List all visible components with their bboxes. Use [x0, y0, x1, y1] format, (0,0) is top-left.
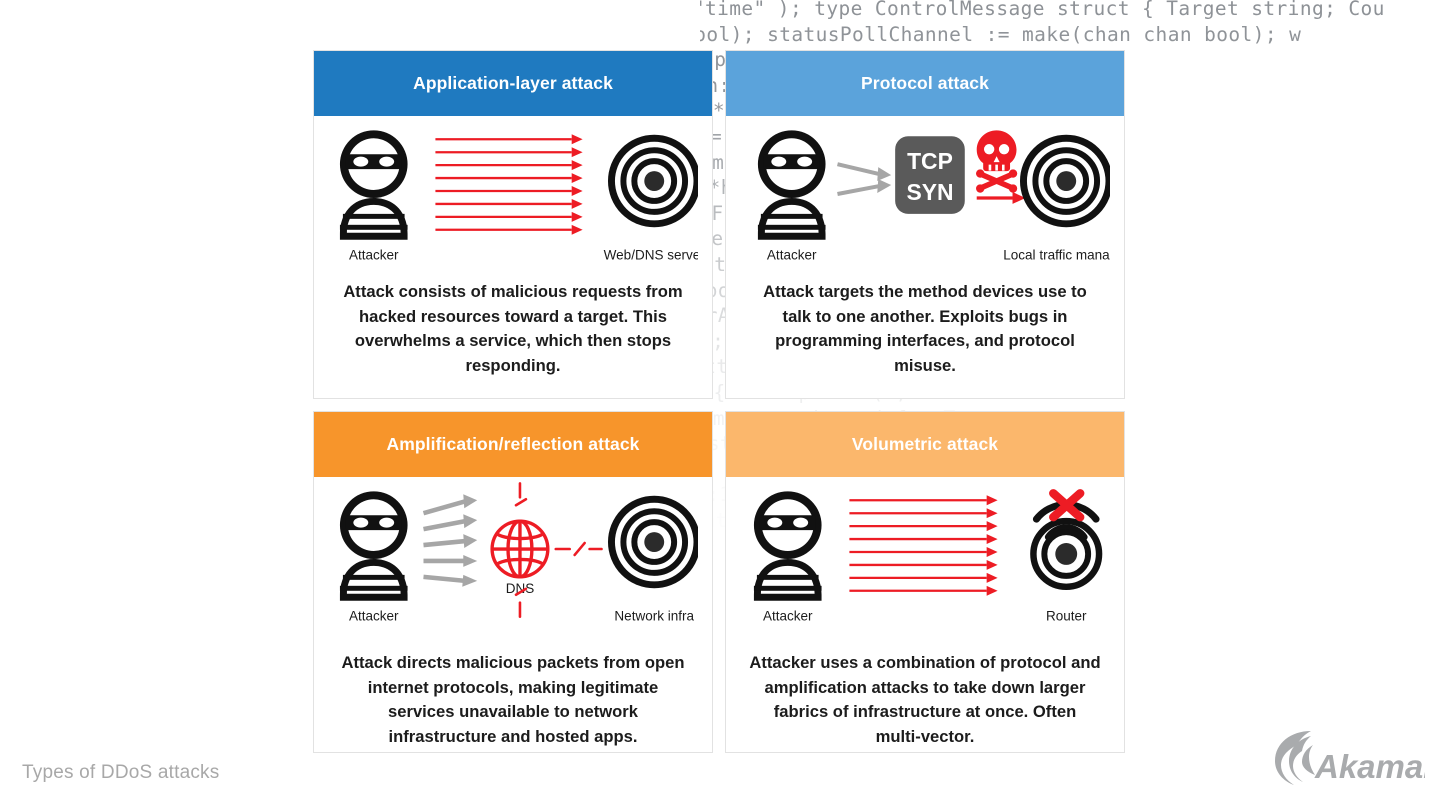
target-label: Router [1046, 609, 1087, 624]
tcp-label: TCP [907, 148, 953, 174]
card-description: Attack targets the method devices use to… [763, 282, 1087, 375]
red-arrow-heads [571, 134, 583, 235]
dns-globe-icon [490, 519, 550, 579]
diagram-volumetric-attack: Attacker Router [740, 477, 1110, 627]
card-body: Attacker [726, 477, 1124, 752]
target-label: Network infra [614, 609, 694, 624]
gray-arrow-heads [877, 167, 892, 193]
card-header-protocol-attack: Protocol attack [726, 51, 1124, 116]
attacker-label: Attacker [349, 248, 399, 263]
diagram-svg: Attacker [339, 130, 698, 263]
diagram-application-layer-attack: Attacker Web/DNS server [328, 116, 698, 266]
card-header-application-layer-attack: Application-layer attack [314, 51, 712, 116]
target-label: Local traffic manager [1003, 248, 1110, 263]
red-traffic-arrows [849, 499, 987, 592]
gray-request-arrows [422, 499, 466, 584]
target-bullseye-icon [1019, 134, 1110, 228]
card-description: Attacker uses a combination of protocol … [749, 653, 1101, 746]
card-title: Protocol attack [861, 73, 989, 93]
code-line: g := make(chan bool); statusPollChannel … [700, 22, 1302, 46]
card-header-amplification-reflection-attack: Amplification/reflection attack [314, 412, 712, 477]
attacker-icon [339, 130, 408, 240]
target-bullseye-icon [607, 134, 698, 228]
card-application-layer-attack: Application-layer attack Attacker Web/DN… [313, 50, 713, 399]
attacker-label: Attacker [763, 609, 813, 624]
gray-arrow-heads [462, 494, 478, 587]
card-volumetric-attack: Volumetric attack Attacker Router Attack… [725, 411, 1125, 753]
card-title: Application-layer attack [413, 73, 613, 93]
card-protocol-attack: Protocol attack Attacker TCP SYN Local t… [725, 50, 1125, 399]
attacker-icon [753, 491, 822, 601]
red-attack-arrow [976, 191, 1026, 204]
akamai-wordmark: Akamai [1314, 748, 1425, 785]
red-traffic-arrows [435, 138, 572, 231]
card-body: Attacker TCP SYN Local traffic mana Atta… [726, 116, 1124, 398]
card-title: Amplification/reflection attack [386, 434, 640, 454]
red-arrow-heads [986, 495, 998, 596]
skull-crossbones-icon [976, 130, 1018, 193]
router-icon [1030, 489, 1103, 591]
card-body: Attacker [314, 116, 712, 398]
tcp-syn-box-icon: TCP SYN [895, 136, 965, 214]
code-line: t "strings" "time" ); type ControlMessag… [700, 0, 1385, 20]
diagram-amplification-reflection-attack: Attacker DNS Network infra [328, 477, 698, 627]
card-description: Attack consists of malicious requests fr… [343, 282, 683, 375]
card-amplification-reflection-attack: Amplification/reflection attack Attacker [313, 411, 713, 753]
akamai-logo-svg: Akamai [1275, 731, 1433, 785]
attacker-label: Attacker [349, 609, 399, 624]
card-body: Attacker [314, 477, 712, 752]
card-description: Attack directs malicious packets from op… [341, 653, 685, 746]
card-header-volumetric-attack: Volumetric attack [726, 412, 1124, 477]
ddos-attack-type-grid: Application-layer attack Attacker Web/DN… [313, 50, 1125, 753]
target-label: Web/DNS server [604, 248, 698, 263]
attacker-icon [339, 491, 408, 601]
target-bullseye-icon [607, 495, 698, 589]
syn-label: SYN [906, 179, 953, 205]
card-title: Volumetric attack [851, 434, 999, 454]
diagram-protocol-attack: Attacker TCP SYN Local traffic mana [740, 116, 1110, 266]
gray-request-arrows [837, 162, 880, 196]
page-caption: Types of DDoS attacks [22, 762, 220, 783]
attacker-label: Attacker [767, 248, 817, 263]
diagram-svg: Attacker [339, 482, 698, 624]
akamai-logo: Akamai [1265, 730, 1433, 792]
akamai-swoosh-icon [1275, 731, 1315, 785]
diagram-svg: Attacker TCP SYN Local traffic mana [757, 130, 1110, 263]
attacker-icon [757, 130, 826, 240]
diagram-svg: Attacker [753, 489, 1103, 624]
